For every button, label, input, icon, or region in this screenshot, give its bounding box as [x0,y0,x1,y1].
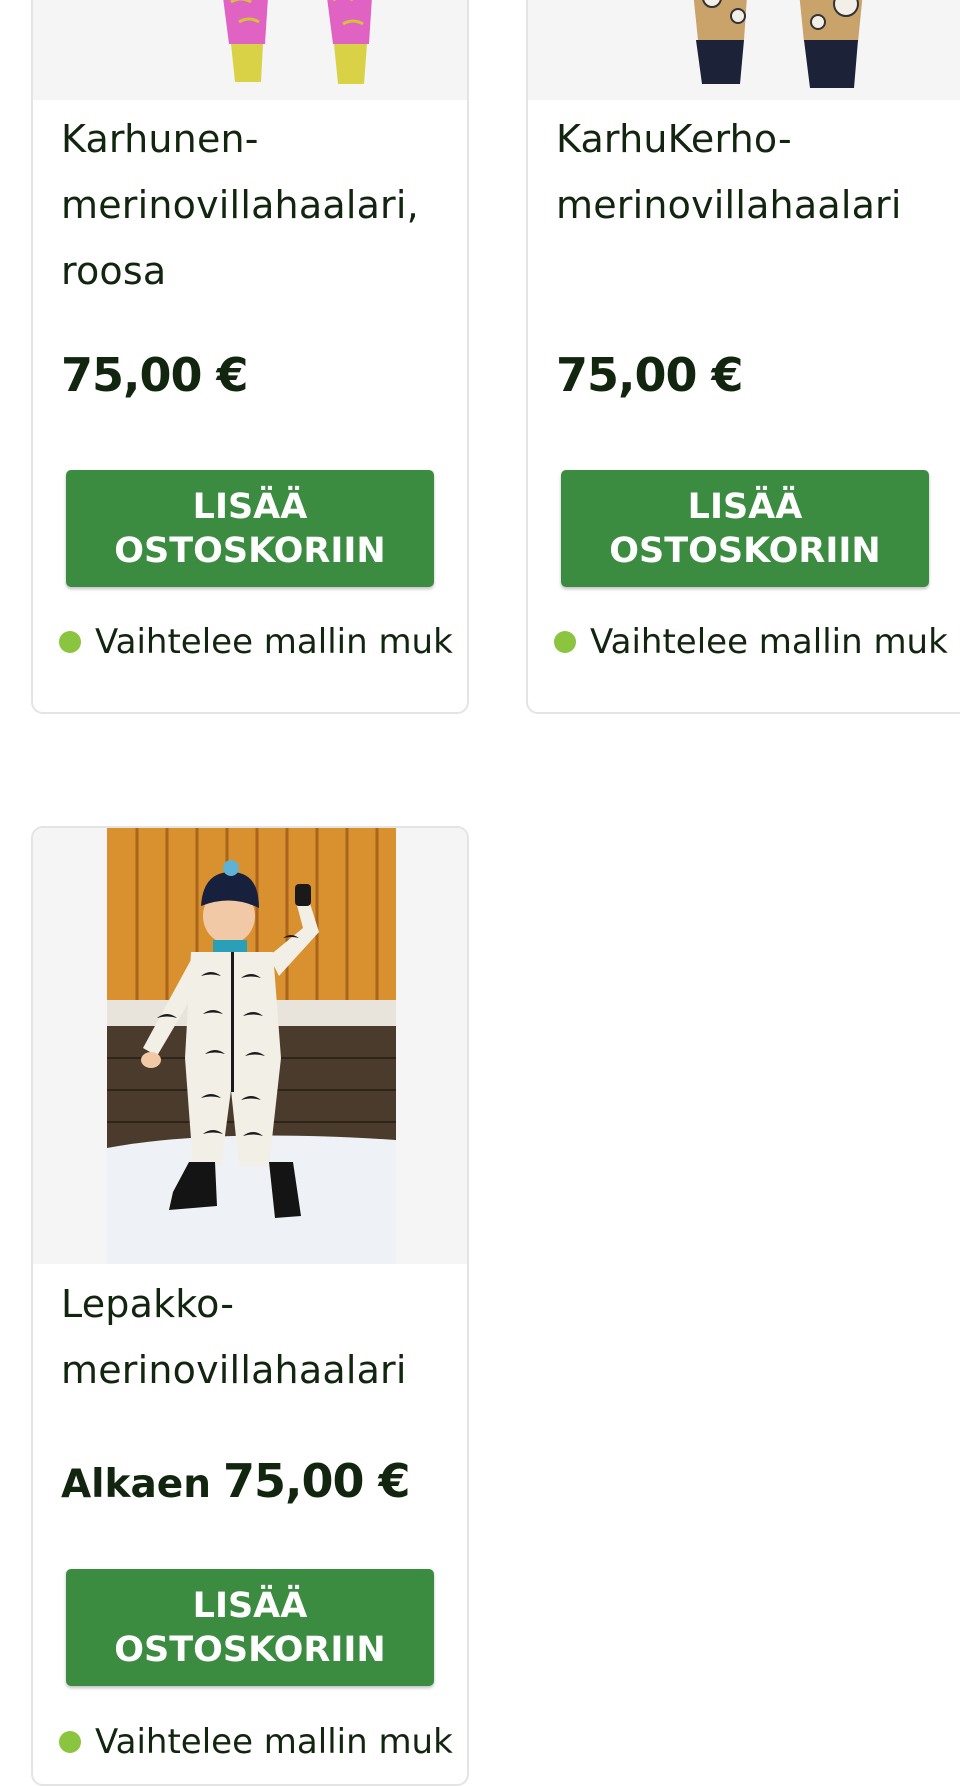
stock-status: Vaihtelee mallin muk [59,1722,464,1762]
product-name-line: merinovillahaalari [556,183,902,227]
product-image[interactable] [33,828,467,1264]
price-prefix: Alkaen [61,1462,212,1507]
product-card[interactable]: Lepakko- merinovillahaalari Alkaen 75,00 … [31,826,469,1786]
product-name-line: Lepakko- [61,1282,235,1326]
product-name-line: merinovillahaalari [61,1348,407,1392]
product-price: 75,00 € [556,348,744,402]
product-image-graphic [33,0,467,100]
product-name-line: merinovillahaalari, [61,183,419,227]
product-card[interactable]: KarhuKerho- merinovillahaalari 75,00 € L… [526,0,960,714]
product-image[interactable] [528,0,960,100]
product-price: Alkaen 75,00 € [61,1454,411,1508]
stock-status: Vaihtelee mallin muk [554,622,960,662]
add-to-cart-button[interactable]: LISÄÄ OSTOSKORIIN [66,1569,434,1686]
price-value: 75,00 € [556,348,744,402]
add-to-cart-label-line: OSTOSKORIIN [114,1629,386,1670]
product-name[interactable]: Karhunen- merinovillahaalari, roosa [61,106,447,304]
add-to-cart-label-line: OSTOSKORIIN [609,530,881,571]
stock-dot-icon [59,1730,81,1753]
product-image-graphic [528,0,960,100]
product-card[interactable]: Karhunen- merinovillahaalari, roosa 75,0… [31,0,469,714]
add-to-cart-button[interactable]: LISÄÄ OSTOSKORIIN [561,470,929,587]
product-name-line: Karhunen- [61,117,259,161]
product-name[interactable]: Lepakko- merinovillahaalari [61,1271,447,1403]
product-name-line: KarhuKerho- [556,117,792,161]
product-image-graphic [33,828,467,1264]
stock-dot-icon [554,630,576,653]
add-to-cart-button[interactable]: LISÄÄ OSTOSKORIIN [66,470,434,587]
stock-text: Vaihtelee mallin muk [95,1722,453,1762]
stock-text: Vaihtelee mallin muk [95,622,453,662]
stock-text: Vaihtelee mallin muk [590,622,948,662]
price-value: 75,00 € [61,348,249,402]
product-name-line: roosa [61,249,167,293]
product-image[interactable] [33,0,467,100]
stock-dot-icon [59,630,81,653]
stock-status: Vaihtelee mallin muk [59,622,464,662]
add-to-cart-label-line: LISÄÄ [687,486,803,527]
product-name[interactable]: KarhuKerho- merinovillahaalari [556,106,960,238]
product-price: 75,00 € [61,348,249,402]
price-value: 75,00 € [223,1454,411,1508]
add-to-cart-label-line: LISÄÄ [192,1585,308,1626]
add-to-cart-label-line: LISÄÄ [192,486,308,527]
add-to-cart-label-line: OSTOSKORIIN [114,530,386,571]
